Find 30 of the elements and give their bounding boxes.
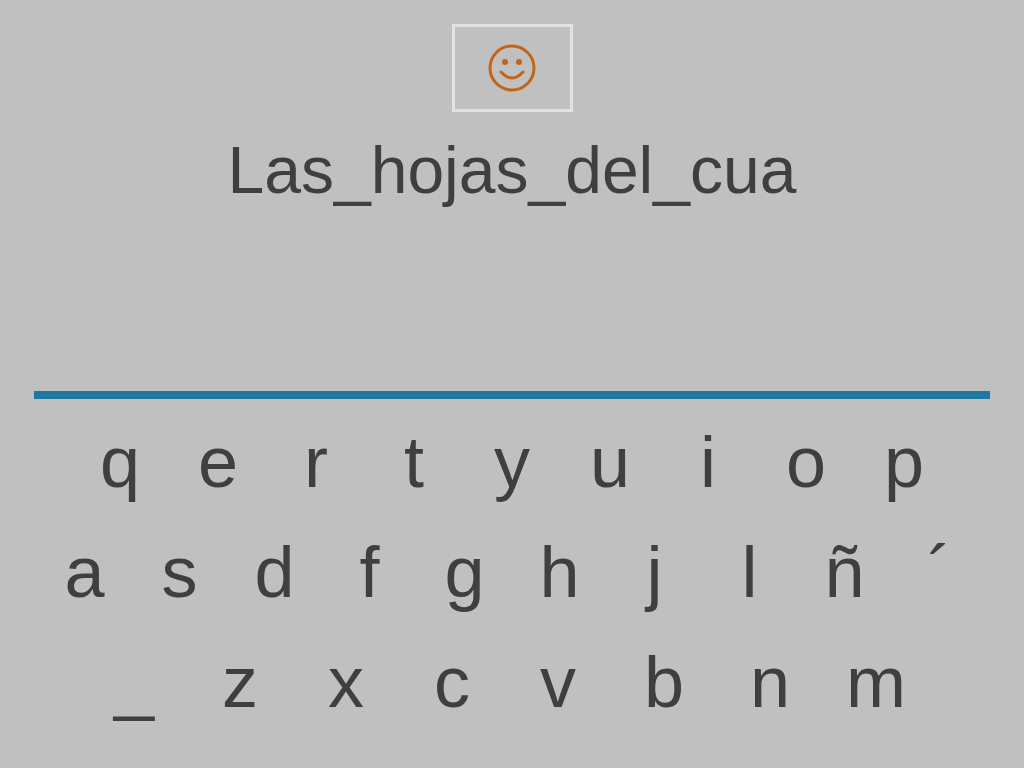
smiley-icon xyxy=(487,43,537,93)
letter-key[interactable]: ´ xyxy=(892,531,987,613)
letter-key[interactable]: q xyxy=(71,421,169,503)
letter-key[interactable]: y xyxy=(463,421,561,503)
letter-key[interactable]: v xyxy=(505,641,611,723)
letter-key[interactable]: t xyxy=(365,421,463,503)
letter-key[interactable]: ñ xyxy=(797,531,892,613)
letter-key[interactable]: r xyxy=(267,421,365,503)
letter-key[interactable]: g xyxy=(417,531,512,613)
letter-key[interactable]: o xyxy=(757,421,855,503)
letter-key[interactable]: p xyxy=(855,421,953,503)
letter-key[interactable]: x xyxy=(293,641,399,723)
letter-key[interactable]: f xyxy=(322,531,417,613)
letter-key[interactable]: e xyxy=(169,421,267,503)
letter-key[interactable]: s xyxy=(132,531,227,613)
letter-key[interactable]: i xyxy=(659,421,757,503)
letter-key[interactable]: _ xyxy=(81,641,187,723)
letter-key[interactable]: c xyxy=(399,641,505,723)
letter-key[interactable]: z xyxy=(187,641,293,723)
letter-key[interactable]: h xyxy=(512,531,607,613)
smiley-button[interactable] xyxy=(451,24,573,112)
letter-key[interactable]: j xyxy=(607,531,702,613)
letter-key[interactable]: u xyxy=(561,421,659,503)
letter-key[interactable]: d xyxy=(227,531,322,613)
letter-key[interactable]: n xyxy=(717,641,823,723)
letter-key[interactable]: m xyxy=(823,641,929,723)
letter-key[interactable]: b xyxy=(611,641,717,723)
letter-key[interactable]: l xyxy=(702,531,797,613)
answer-text: Las_hojas_del_cua xyxy=(227,132,797,208)
letter-key[interactable]: a xyxy=(37,531,132,613)
